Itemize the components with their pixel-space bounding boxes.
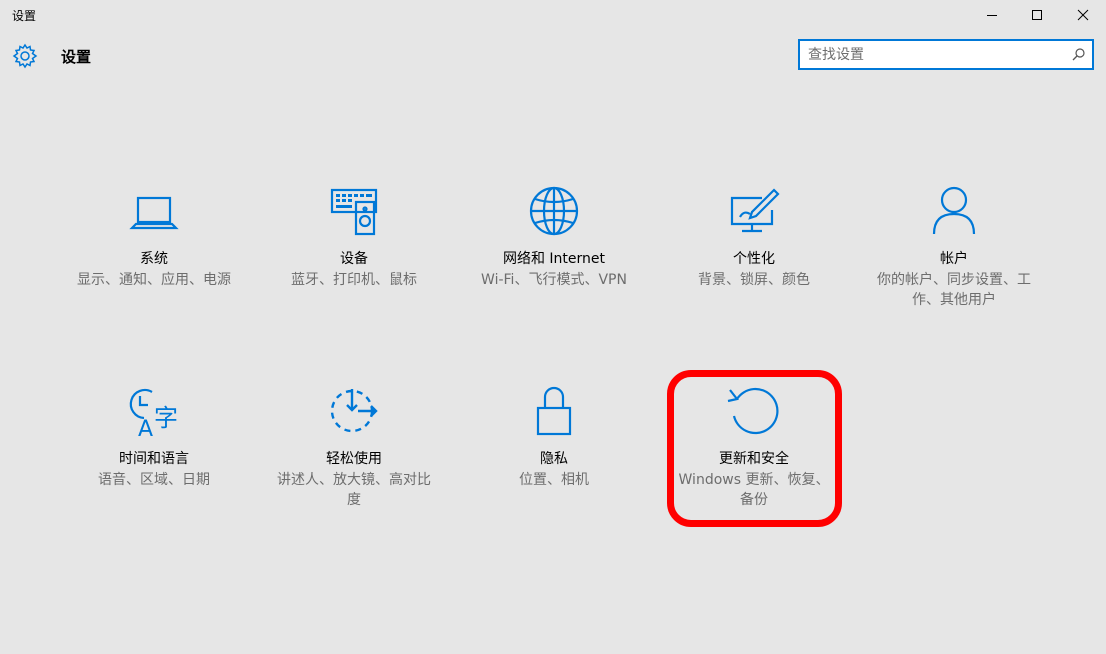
tile-name: 设备: [340, 251, 368, 267]
gear-icon: [12, 43, 38, 69]
laptop-icon: [126, 186, 182, 242]
tile-desc: 显示、通知、应用、电源: [77, 272, 231, 288]
lock-icon: [526, 386, 582, 442]
tile-name: 轻松使用: [326, 451, 382, 467]
tile-name: 时间和语言: [119, 451, 189, 467]
minimize-icon: [987, 15, 997, 16]
tile-name: 帐户: [940, 251, 968, 267]
tile-desc: 你的帐户、同步设置、工作、其他用户: [877, 272, 1031, 308]
maximize-icon: [1032, 10, 1042, 20]
search-box[interactable]: [798, 39, 1094, 70]
svg-text:A: A: [138, 417, 153, 442]
svg-text:字: 字: [154, 404, 178, 432]
window-title: 设置: [12, 9, 37, 23]
search-input[interactable]: [808, 45, 1068, 65]
tile-system[interactable]: 系统 显示、通知、应用、电源: [69, 186, 239, 336]
search-icon[interactable]: [1071, 47, 1086, 62]
tile-name: 个性化: [733, 251, 775, 267]
page-title: 设置: [61, 48, 92, 66]
highlight-annotation: [667, 370, 842, 527]
tile-desc: 语音、区域、日期: [98, 472, 210, 488]
settings-header: 设置: [0, 30, 1106, 80]
tile-accounts[interactable]: 帐户 你的帐户、同步设置、工作、其他用户: [869, 186, 1039, 336]
close-icon: [1077, 9, 1089, 21]
close-button[interactable]: [1060, 0, 1106, 30]
tile-personalization[interactable]: 个性化 背景、锁屏、颜色: [669, 186, 839, 336]
globe-icon: [526, 186, 582, 242]
tile-desc: 背景、锁屏、颜色: [698, 272, 810, 288]
ease-of-access-icon: [326, 386, 382, 442]
tile-privacy[interactable]: 隐私 位置、相机: [469, 386, 639, 536]
tile-name: 网络和 Internet: [502, 251, 606, 267]
tile-network[interactable]: 网络和 Internet Wi-Fi、飞行模式、VPN: [469, 186, 639, 336]
tile-desc: 位置、相机: [519, 472, 589, 488]
devices-icon: [326, 186, 382, 242]
tile-devices[interactable]: 设备 蓝牙、打印机、鼠标: [269, 186, 439, 336]
person-icon: [926, 186, 982, 242]
tile-time-language[interactable]: A 字 时间和语言 语音、区域、日期: [69, 386, 239, 536]
tile-desc: 蓝牙、打印机、鼠标: [291, 272, 417, 288]
maximize-button[interactable]: [1014, 0, 1060, 30]
tile-ease-of-access[interactable]: 轻松使用 讲述人、放大镜、高对比度: [269, 386, 439, 536]
title-bar: 设置: [0, 0, 1106, 30]
tile-desc: 讲述人、放大镜、高对比度: [277, 472, 431, 508]
minimize-button[interactable]: [969, 0, 1015, 30]
personalization-icon: [726, 186, 782, 242]
tile-name: 系统: [140, 251, 168, 267]
time-language-icon: A 字: [126, 386, 182, 442]
tile-name: 隐私: [540, 451, 568, 467]
tile-desc: Wi-Fi、飞行模式、VPN: [481, 272, 627, 288]
